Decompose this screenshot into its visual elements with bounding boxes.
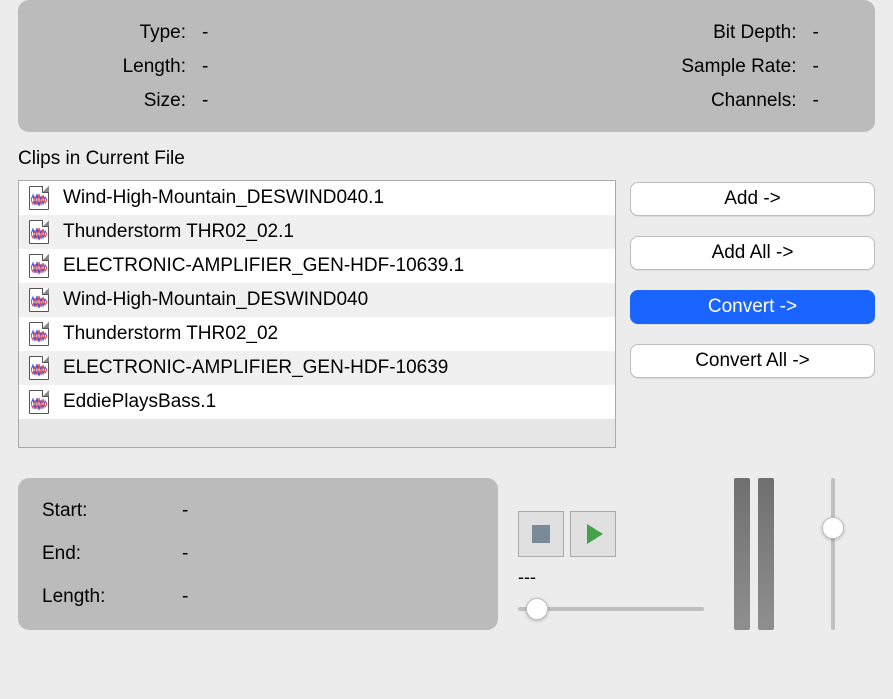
info-row-size: Size: -	[46, 90, 447, 112]
convert-all-button[interactable]: Convert All ->	[630, 344, 875, 378]
stop-icon	[532, 525, 550, 543]
add-all-button[interactable]: Add All ->	[630, 236, 875, 270]
label-size: Size:	[46, 90, 186, 112]
info-row-length: Length: -	[46, 56, 447, 78]
clips-list[interactable]: Wind-High-Mountain_DESWIND040.1Thunderst…	[18, 180, 616, 448]
play-icon	[587, 524, 603, 544]
pos-row-length: Length: -	[42, 586, 474, 608]
value-channels: -	[813, 90, 819, 112]
clip-name: Wind-High-Mountain_DESWIND040.1	[63, 181, 384, 215]
pos-row-end: End: -	[42, 543, 474, 565]
label-type: Type:	[46, 22, 186, 44]
clip-name: ELECTRONIC-AMPLIFIER_GEN-HDF-10639.1	[63, 249, 464, 283]
value-pos-start: -	[182, 500, 188, 522]
position-slider-thumb[interactable]	[526, 598, 548, 620]
label-channels: Channels:	[447, 90, 797, 112]
clip-row[interactable]: ELECTRONIC-AMPLIFIER_GEN-HDF-10639.1	[19, 249, 615, 283]
audio-clip-icon	[29, 356, 49, 380]
clip-row[interactable]: Thunderstorm THR02_02.1	[19, 215, 615, 249]
clip-name: Wind-High-Mountain_DESWIND040	[63, 283, 368, 317]
level-meters	[734, 478, 774, 630]
value-length: -	[202, 56, 208, 78]
clip-name: EddiePlaysBass.1	[63, 385, 216, 419]
label-samplerate: Sample Rate:	[447, 56, 797, 78]
pos-row-start: Start: -	[42, 500, 474, 522]
label-pos-end: End:	[42, 543, 122, 565]
file-info-col-left: Type: - Length: - Size: -	[46, 22, 447, 112]
audio-clip-icon	[29, 220, 49, 244]
audio-clip-icon	[29, 254, 49, 278]
volume-slider-thumb[interactable]	[822, 517, 844, 539]
clip-name: Thunderstorm THR02_02.1	[63, 215, 294, 249]
value-size: -	[202, 90, 208, 112]
clip-row[interactable]: EddiePlaysBass.1	[19, 385, 615, 419]
section-title-clips: Clips in Current File	[18, 148, 875, 170]
add-button[interactable]: Add ->	[630, 182, 875, 216]
clip-name: ELECTRONIC-AMPLIFIER_GEN-HDF-10639	[63, 351, 448, 385]
info-row-samplerate: Sample Rate: -	[447, 56, 848, 78]
volume-slider[interactable]	[820, 478, 846, 630]
label-length: Length:	[46, 56, 186, 78]
file-info-col-right: Bit Depth: - Sample Rate: - Channels: -	[447, 22, 848, 112]
stop-button[interactable]	[518, 511, 564, 557]
meter-bar-left	[734, 478, 750, 630]
action-buttons-column: Add -> Add All -> Convert -> Convert All…	[630, 180, 875, 378]
clip-row[interactable]: Thunderstorm THR02_02	[19, 317, 615, 351]
transport-readout: ---	[518, 567, 704, 588]
play-button[interactable]	[570, 511, 616, 557]
position-slider[interactable]	[518, 596, 704, 622]
audio-clip-icon	[29, 322, 49, 346]
transport-section: ---	[518, 478, 875, 630]
label-bitdepth: Bit Depth:	[447, 22, 797, 44]
label-pos-length: Length:	[42, 586, 122, 608]
clip-name: Thunderstorm THR02_02	[63, 317, 278, 351]
clip-row[interactable]: Wind-High-Mountain_DESWIND040	[19, 283, 615, 317]
volume-slider-track	[831, 478, 835, 630]
clip-row-blank	[19, 419, 615, 447]
value-bitdepth: -	[813, 22, 819, 44]
file-info-panel: Type: - Length: - Size: - Bit Depth: - S…	[18, 0, 875, 132]
info-row-bitdepth: Bit Depth: -	[447, 22, 848, 44]
meter-bar-right	[758, 478, 774, 630]
convert-button[interactable]: Convert ->	[630, 290, 875, 324]
value-pos-end: -	[182, 543, 188, 565]
value-type: -	[202, 22, 208, 44]
info-row-channels: Channels: -	[447, 90, 848, 112]
clip-row[interactable]: ELECTRONIC-AMPLIFIER_GEN-HDF-10639	[19, 351, 615, 385]
value-samplerate: -	[813, 56, 819, 78]
label-pos-start: Start:	[42, 500, 122, 522]
audio-clip-icon	[29, 288, 49, 312]
value-pos-length: -	[182, 586, 188, 608]
position-panel: Start: - End: - Length: -	[18, 478, 498, 630]
info-row-type: Type: -	[46, 22, 447, 44]
audio-clip-icon	[29, 186, 49, 210]
audio-clip-icon	[29, 390, 49, 414]
clip-row[interactable]: Wind-High-Mountain_DESWIND040.1	[19, 181, 615, 215]
